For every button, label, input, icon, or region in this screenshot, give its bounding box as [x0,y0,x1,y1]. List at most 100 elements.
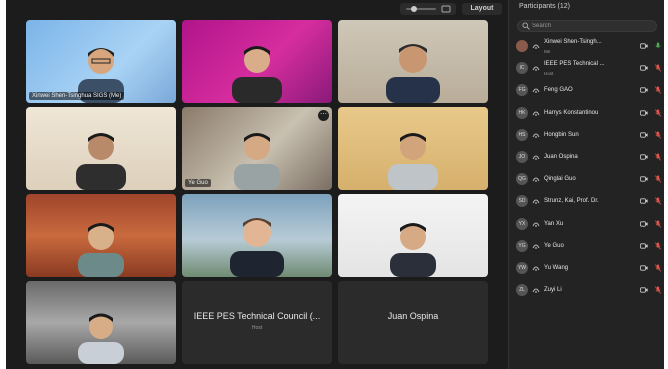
participant-video [234,133,280,190]
view-control[interactable] [400,3,456,15]
participant-video [390,223,436,277]
microphone-muted-icon[interactable] [655,64,661,72]
connection-icon [532,266,540,271]
camera-icon[interactable] [640,65,648,71]
video-tile[interactable]: Xinwei Shen-Tsinghua SIGS (Me) [26,20,176,103]
avatar: IC [516,62,528,75]
video-tile[interactable] [26,281,176,364]
video-tile[interactable] [26,194,176,277]
microphone-muted-icon[interactable] [655,153,661,161]
camera-icon[interactable] [640,87,648,93]
participant-row[interactable]: ZL Zuyi Li [509,280,665,300]
camera-icon[interactable] [640,109,648,116]
microphone-muted-icon[interactable] [655,131,661,139]
avatar: SD [516,195,528,208]
top-bar: Layout [6,0,506,18]
avatar: HK [516,106,528,119]
participant-name: Strunz, Kai, Prof. Dr. [544,198,599,205]
avatar: HS [516,128,528,141]
more-options-icon[interactable]: ⋯ [318,110,329,121]
camera-icon[interactable] [640,43,648,49]
connection-icon [532,133,540,138]
participant-name: Yan Xu [544,220,564,227]
connection-icon [532,222,540,227]
video-tile[interactable]: Juan Ospina [338,281,488,364]
participant-row[interactable]: JO Juan Ospina [509,147,665,167]
participant-row[interactable]: YG Ye Guo [509,236,665,256]
participant-name: IEEE PES Technical ... [544,61,605,68]
participant-video [78,313,124,364]
video-tile[interactable] [182,194,332,277]
meeting-window: Layout Xinwei Shen-Tsinghua SIGS (Me) Ye… [6,0,664,369]
participant-name: Harrys Konstantinou [544,109,599,116]
layout-button[interactable]: Layout [462,3,502,15]
search-input[interactable] [532,21,652,31]
avatar: ZL [516,284,528,297]
video-tile[interactable] [338,194,488,277]
camera-icon[interactable] [640,220,648,227]
microphone-muted-icon[interactable] [655,86,661,95]
participant-row[interactable]: FG Feng GAO [509,80,665,100]
tile-name: Xinwei Shen-Tsinghua SIGS (Me) [29,92,125,100]
search-box[interactable] [517,20,657,32]
microphone-muted-icon[interactable] [655,108,661,117]
microphone-muted-icon[interactable] [655,286,661,294]
search-icon [522,22,530,30]
connection-icon [532,155,540,160]
avatar: YG [516,239,528,252]
video-tile[interactable] [182,20,332,103]
microphone-muted-icon[interactable] [655,175,661,183]
participant-role: Host [544,71,554,77]
participant-row[interactable]: QG Qinglai Guo [509,169,665,189]
avatar: YX [516,217,528,230]
video-tile[interactable] [26,107,176,190]
camera-icon[interactable] [640,243,648,249]
microphone-muted-icon[interactable] [655,197,661,206]
participant-row[interactable]: IC IEEE PES Technical ... Host [509,58,665,78]
camera-icon[interactable] [640,287,648,293]
participant-video [230,218,284,277]
tile-name: IEEE PES Technical Council (... [193,311,321,321]
panel-title: Participants (12) [519,3,570,10]
participant-video [386,44,440,103]
camera-icon[interactable] [640,154,648,160]
participant-row[interactable]: YW Yu Wang [509,258,665,278]
participant-row[interactable]: HK Harrys Konstantinou [509,103,665,123]
participant-name: Yu Wang [544,265,569,271]
participant-row[interactable]: Xinwei Shen-Tsingh... Me [509,36,665,56]
tile-name: Juan Ospina [387,311,439,321]
connection-icon [532,199,540,205]
avatar: FG [516,84,528,97]
video-tile[interactable]: Ye Guo ⋯ [182,107,332,190]
participant-name: Juan Ospina [544,154,578,160]
connection-icon [532,288,540,294]
camera-icon[interactable] [640,265,648,271]
view-slider-icon [406,5,451,13]
participant-video [388,133,438,190]
participant-row[interactable]: YX Yan Xu [509,214,665,234]
participant-row[interactable]: SD Strunz, Kai, Prof. Dr. [509,191,665,211]
tile-name: Ye Guo [185,179,211,187]
avatar: JO [516,151,528,163]
participants-panel: Participants (12) Xinwei Shen-Tsingh... M… [508,0,664,369]
camera-icon[interactable] [640,176,648,182]
camera-icon[interactable] [640,132,648,138]
participant-name: Ye Guo [544,242,564,249]
microphone-muted-icon[interactable] [655,219,661,228]
participant-video [76,133,126,190]
video-tile[interactable] [338,20,488,103]
tile-role: Host [251,325,263,331]
participant-name: Zuyi Li [544,287,562,294]
microphone-muted-icon[interactable] [655,264,661,272]
participant-name: Qinglai Guo [544,176,576,183]
video-tile[interactable]: IEEE PES Technical Council (... Host [182,281,332,364]
video-tile[interactable] [338,107,488,190]
microphone-on-icon[interactable] [655,42,661,50]
avatar: QG [516,173,528,186]
camera-icon[interactable] [640,198,648,204]
layout-label: Layout [470,5,494,12]
participant-name: Xinwei Shen-Tsingh... [544,39,602,45]
microphone-muted-icon[interactable] [655,242,661,250]
avatar: YW [516,262,528,274]
participant-row[interactable]: HS Hongbin Sun [509,125,665,145]
